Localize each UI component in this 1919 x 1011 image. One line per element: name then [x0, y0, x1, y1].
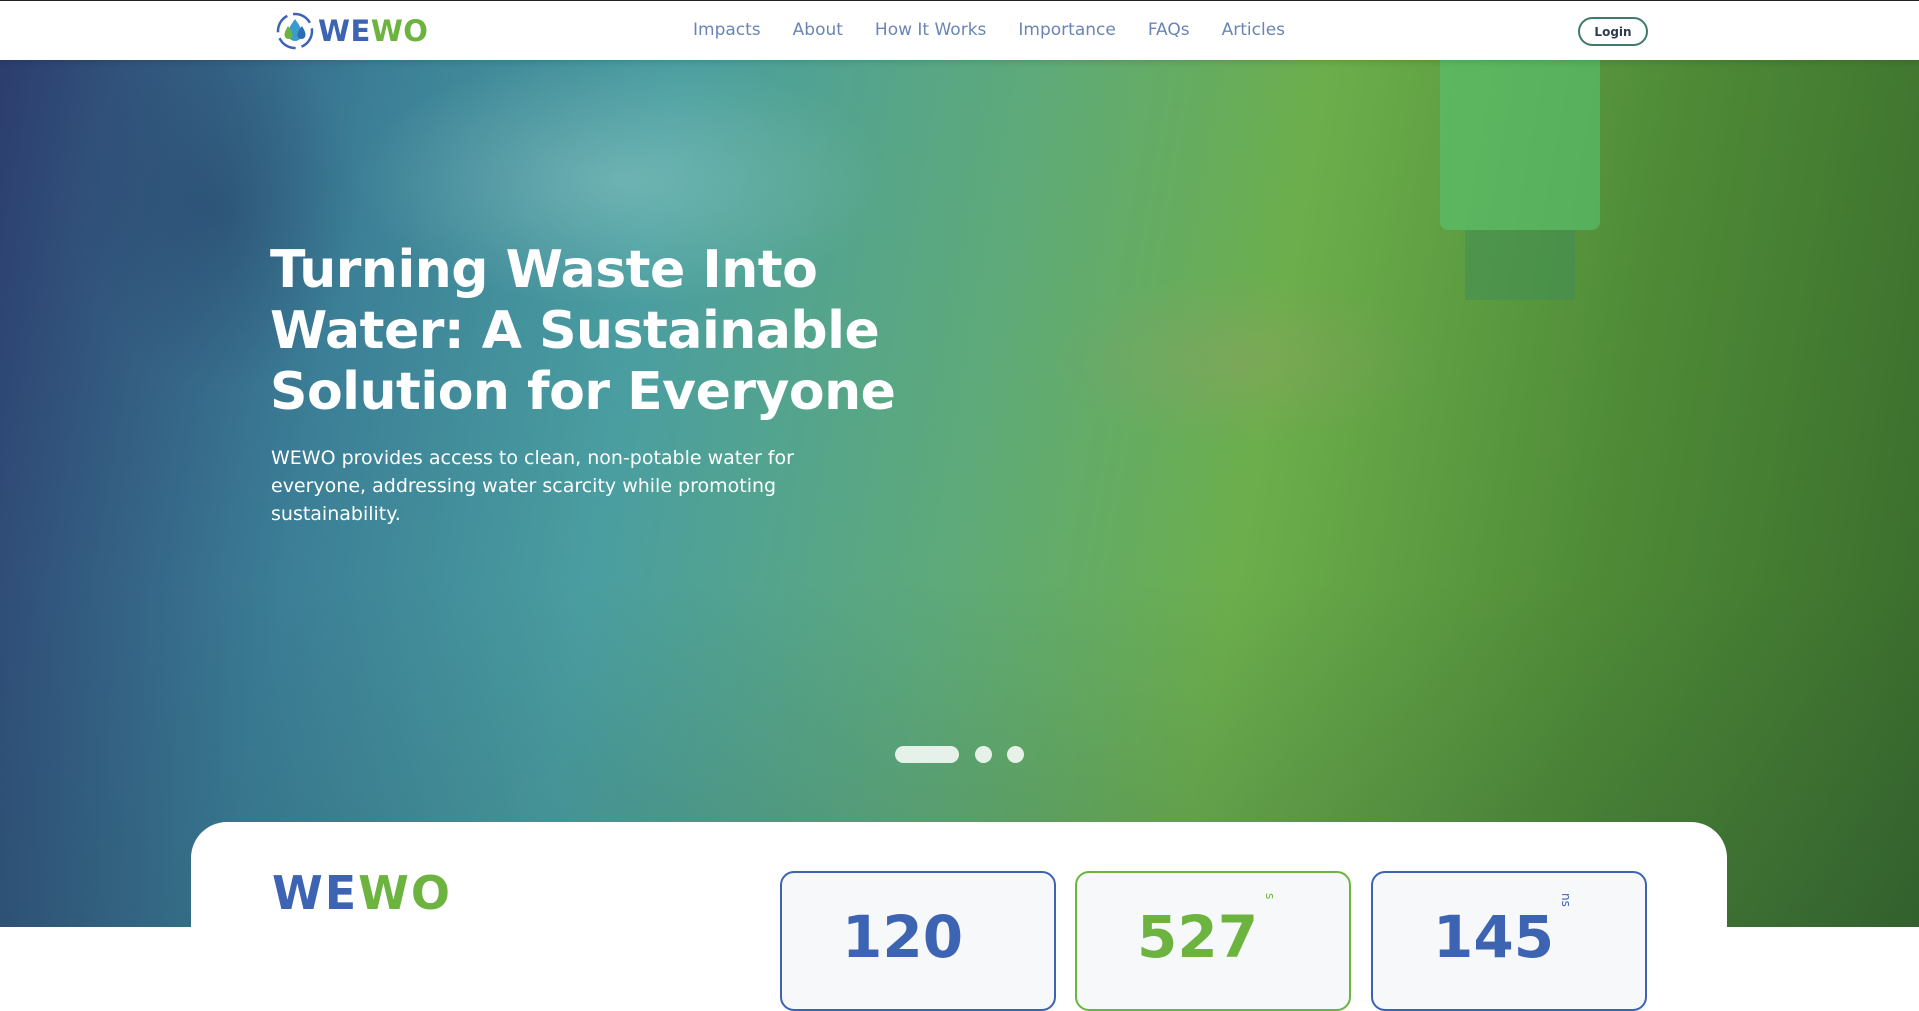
logo-text-wo: WO: [370, 14, 429, 48]
login-button[interactable]: Login: [1578, 17, 1648, 46]
nav-link-how-it-works[interactable]: How It Works: [875, 20, 986, 40]
logo-wordmark: WEWO: [318, 14, 428, 48]
carousel-dot-2[interactable]: [975, 746, 992, 763]
stat-unit: s: [1263, 893, 1277, 900]
carousel-dot-3[interactable]: [1007, 746, 1024, 763]
logo-text-we: WE: [318, 14, 371, 48]
faucet-spout-graphic: [1465, 230, 1575, 300]
stat-unit: ns: [1559, 893, 1573, 907]
stat-card: 120: [780, 871, 1056, 1011]
nav-link-faqs[interactable]: FAQs: [1148, 20, 1190, 40]
water-drops-logo-icon: [276, 12, 314, 50]
nav-link-articles[interactable]: Articles: [1222, 20, 1285, 40]
stat-value: 145: [1433, 903, 1555, 971]
main-nav: Impacts About How It Works Importance FA…: [693, 20, 1317, 40]
carousel-indicators: [895, 746, 1039, 763]
stat-card: 145 ns: [1371, 871, 1647, 1011]
hero-banner: Turning Waste Into Water: A Sustainable …: [0, 60, 1919, 927]
nav-link-about[interactable]: About: [793, 20, 843, 40]
hero-title: Turning Waste Into Water: A Sustainable …: [270, 240, 896, 422]
faucet-graphic: [1440, 60, 1600, 230]
nav-link-importance[interactable]: Importance: [1018, 20, 1115, 40]
hero-subtitle: WEWO provides access to clean, non-potab…: [271, 447, 794, 525]
stat-card: 527 s: [1075, 871, 1351, 1011]
panel-logo-text-we: WE: [272, 866, 359, 920]
top-navbar: WEWO Impacts About How It Works Importan…: [0, 0, 1919, 60]
stat-value: 527: [1137, 903, 1259, 971]
panel-logo-wordmark: WEWO: [272, 866, 452, 920]
nav-link-impacts[interactable]: Impacts: [693, 20, 761, 40]
panel-logo-text-wo: WO: [358, 866, 453, 920]
site-logo[interactable]: WEWO: [275, 11, 428, 51]
stats-panel: WEWO 120 527 s 145 ns: [191, 822, 1727, 1011]
carousel-dot-1-active[interactable]: [895, 746, 959, 763]
stat-value: 120: [842, 903, 964, 971]
